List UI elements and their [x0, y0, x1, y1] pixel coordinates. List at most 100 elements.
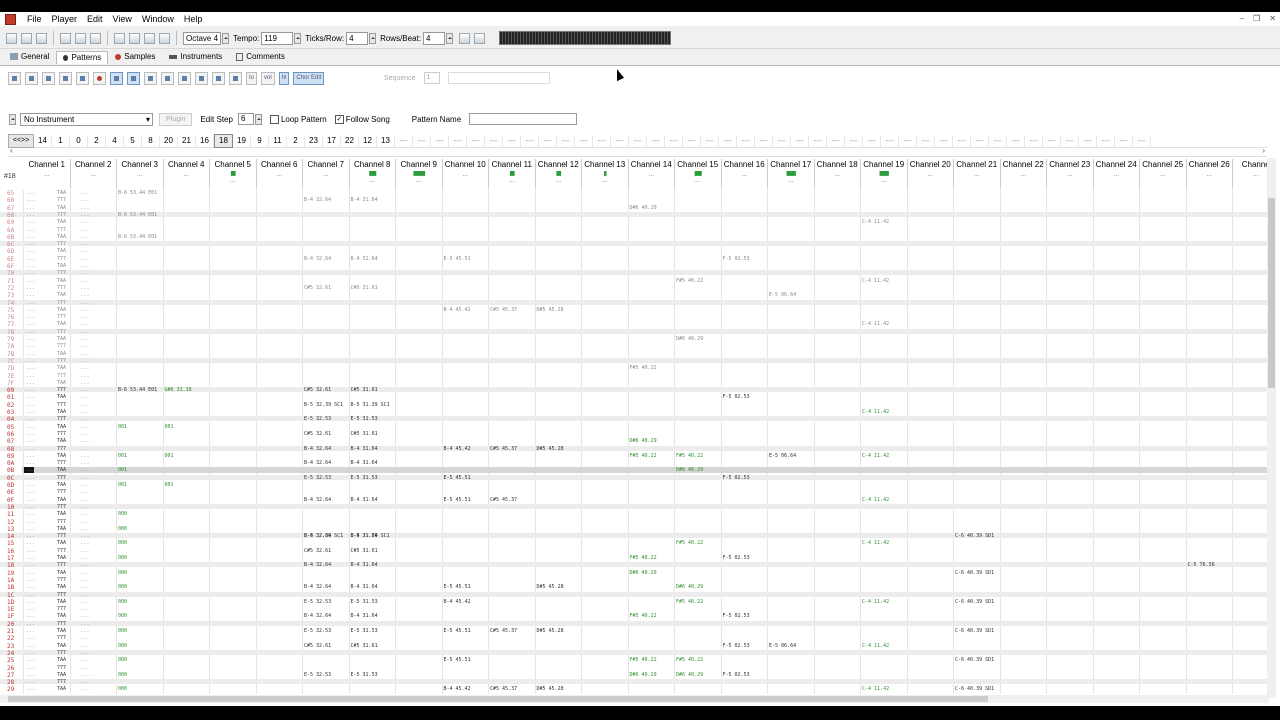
- row-number[interactable]: 0C: [0, 475, 29, 482]
- pattern-cell[interactable]: 000: [118, 540, 127, 546]
- pattern-cell[interactable]: 000: [118, 643, 127, 649]
- pattern-cell[interactable]: ...: [26, 511, 35, 517]
- pattern-cell[interactable]: F-5 02.53: [723, 555, 750, 561]
- row-number[interactable]: 17: [0, 555, 29, 562]
- order-empty-slot[interactable]: ---: [467, 134, 485, 147]
- channel-header[interactable]: Channel 19 ▮▮▮▮...: [861, 159, 908, 189]
- pattern-cell[interactable]: ...: [81, 577, 90, 583]
- pattern-cell[interactable]: C-4 11.42: [862, 409, 889, 415]
- channel-header[interactable]: Channel 23...: [1047, 159, 1094, 189]
- row-number[interactable]: 7B: [0, 351, 29, 358]
- row-number[interactable]: 77: [0, 321, 29, 328]
- pattern-cell[interactable]: TAA: [57, 336, 66, 342]
- pattern-cell[interactable]: B-4 32.64: [304, 497, 331, 503]
- pattern-cell[interactable]: B-4 32.64: [304, 584, 331, 590]
- pattern-cell[interactable]: 777: [57, 621, 66, 627]
- pattern-cell[interactable]: ...: [81, 446, 90, 452]
- order-item[interactable]: 22: [341, 134, 359, 147]
- pattern-cell[interactable]: C-6 40.39 SD1: [955, 628, 994, 634]
- pattern-cell[interactable]: C#5 45.37: [490, 497, 517, 503]
- close-icon[interactable]: ✕: [1269, 12, 1276, 26]
- pattern-cell[interactable]: ...: [26, 358, 35, 364]
- order-empty-slot[interactable]: ---: [863, 134, 881, 147]
- order-empty-slot[interactable]: ---: [503, 134, 521, 147]
- paste-icon[interactable]: [90, 32, 101, 44]
- restore-icon[interactable]: ❐: [1253, 12, 1260, 26]
- channel-header[interactable]: Channel 5 ▮▮...: [210, 159, 257, 189]
- pattern-cell[interactable]: F#5 40.22: [630, 657, 657, 663]
- pattern-cell[interactable]: 777: [57, 241, 66, 247]
- pattern-cell[interactable]: ...: [26, 592, 35, 598]
- pattern-cell[interactable]: B-4 32.64: [304, 197, 331, 203]
- pattern-cell[interactable]: ...: [81, 482, 90, 488]
- order-empty-slot[interactable]: ---: [755, 134, 773, 147]
- pattern-cell[interactable]: ...: [26, 227, 35, 233]
- row-number[interactable]: 21: [0, 628, 29, 635]
- row-number[interactable]: 00: [0, 387, 29, 394]
- row-number[interactable]: 6F: [0, 263, 29, 270]
- pattern-cell[interactable]: D#5 45.28: [537, 628, 564, 634]
- ticks-input[interactable]: 4: [346, 31, 369, 45]
- order-empty-slot[interactable]: ---: [449, 134, 467, 147]
- order-empty-slot[interactable]: ---: [413, 134, 431, 147]
- row-number[interactable]: 16: [0, 548, 29, 555]
- pattern-cell[interactable]: F-5 02.53: [723, 643, 750, 649]
- pattern-cell[interactable]: 777: [57, 650, 66, 656]
- pattern-cell[interactable]: ...: [81, 416, 90, 422]
- pattern-cell[interactable]: ...: [81, 533, 90, 539]
- pattern-cell[interactable]: ...: [81, 657, 90, 663]
- pattern-cell[interactable]: B-4 32.64: [304, 613, 331, 619]
- pattern-cell[interactable]: C-4 11.42: [862, 321, 889, 327]
- pattern-cell[interactable]: C-4 11.42: [862, 497, 889, 503]
- pattern-cell[interactable]: ...: [26, 650, 35, 656]
- pattern-cell[interactable]: F-5 02.53: [723, 672, 750, 678]
- pattern-cell[interactable]: D#5 45.28: [537, 686, 564, 692]
- checkbox-box[interactable]: [269, 114, 279, 124]
- pattern-cell[interactable]: ...: [26, 380, 35, 386]
- pattern-cell[interactable]: ...: [81, 227, 90, 233]
- pattern-cell[interactable]: B-4 31.64: [351, 460, 378, 466]
- pattern-cell[interactable]: TAA: [57, 672, 66, 678]
- pattern-cell[interactable]: 000: [118, 511, 127, 517]
- pattern-cell[interactable]: C-4 11.42: [862, 278, 889, 284]
- pattern-cell[interactable]: ...: [81, 212, 90, 218]
- pattern-cell[interactable]: 777: [57, 562, 66, 568]
- pattern-cell[interactable]: TAA: [57, 292, 66, 298]
- pattern-cell[interactable]: TAA: [57, 467, 66, 473]
- pattern-cell[interactable]: B-4 45.42: [444, 599, 471, 605]
- pattern-cell[interactable]: B-4 32.64: [304, 460, 331, 466]
- row-number[interactable]: 09: [0, 453, 29, 460]
- pattern-cell[interactable]: ...: [81, 197, 90, 203]
- pattern-cell[interactable]: F#5 40.22: [630, 365, 657, 371]
- menu-help[interactable]: Help: [179, 12, 208, 26]
- pattern-cell[interactable]: ...: [26, 365, 35, 371]
- pattern-cell[interactable]: 000: [118, 613, 127, 619]
- scroll-thumb[interactable]: [1268, 198, 1275, 388]
- row-number[interactable]: 03: [0, 409, 29, 416]
- chord-edit-button[interactable]: Chor Edit: [293, 71, 325, 85]
- pattern-cell[interactable]: ...: [81, 248, 90, 254]
- pattern-cell[interactable]: TAA: [57, 205, 66, 211]
- pattern-cell[interactable]: B-4 45.42: [444, 446, 471, 452]
- order-item[interactable]: 17: [323, 134, 341, 147]
- pattern-name-input[interactable]: [469, 113, 578, 125]
- pattern-cell[interactable]: ...: [81, 497, 90, 503]
- pattern-cell[interactable]: ...: [26, 256, 35, 262]
- pattern-cell[interactable]: TAA: [57, 380, 66, 386]
- pattern-cell[interactable]: ...: [81, 584, 90, 590]
- new-icon[interactable]: [6, 32, 17, 44]
- pattern-cell[interactable]: D#6 40.29: [676, 467, 703, 473]
- row-number[interactable]: 07: [0, 438, 29, 445]
- pattern-cell[interactable]: ...: [81, 278, 90, 284]
- pattern-cell[interactable]: 777: [57, 227, 66, 233]
- row-number[interactable]: 1C: [0, 592, 29, 599]
- pattern-cell[interactable]: ...: [26, 628, 35, 634]
- pattern-cell[interactable]: F#5 40.22: [630, 613, 657, 619]
- order-item[interactable]: 1: [52, 134, 70, 147]
- pattern-cell[interactable]: TAA: [57, 234, 66, 240]
- row-number[interactable]: 6D: [0, 248, 29, 255]
- open-icon[interactable]: [21, 32, 32, 44]
- pattern-cell[interactable]: ...: [26, 438, 35, 444]
- pattern-cell[interactable]: B-4 31.64: [351, 613, 378, 619]
- volume-button[interactable]: vol: [261, 71, 275, 85]
